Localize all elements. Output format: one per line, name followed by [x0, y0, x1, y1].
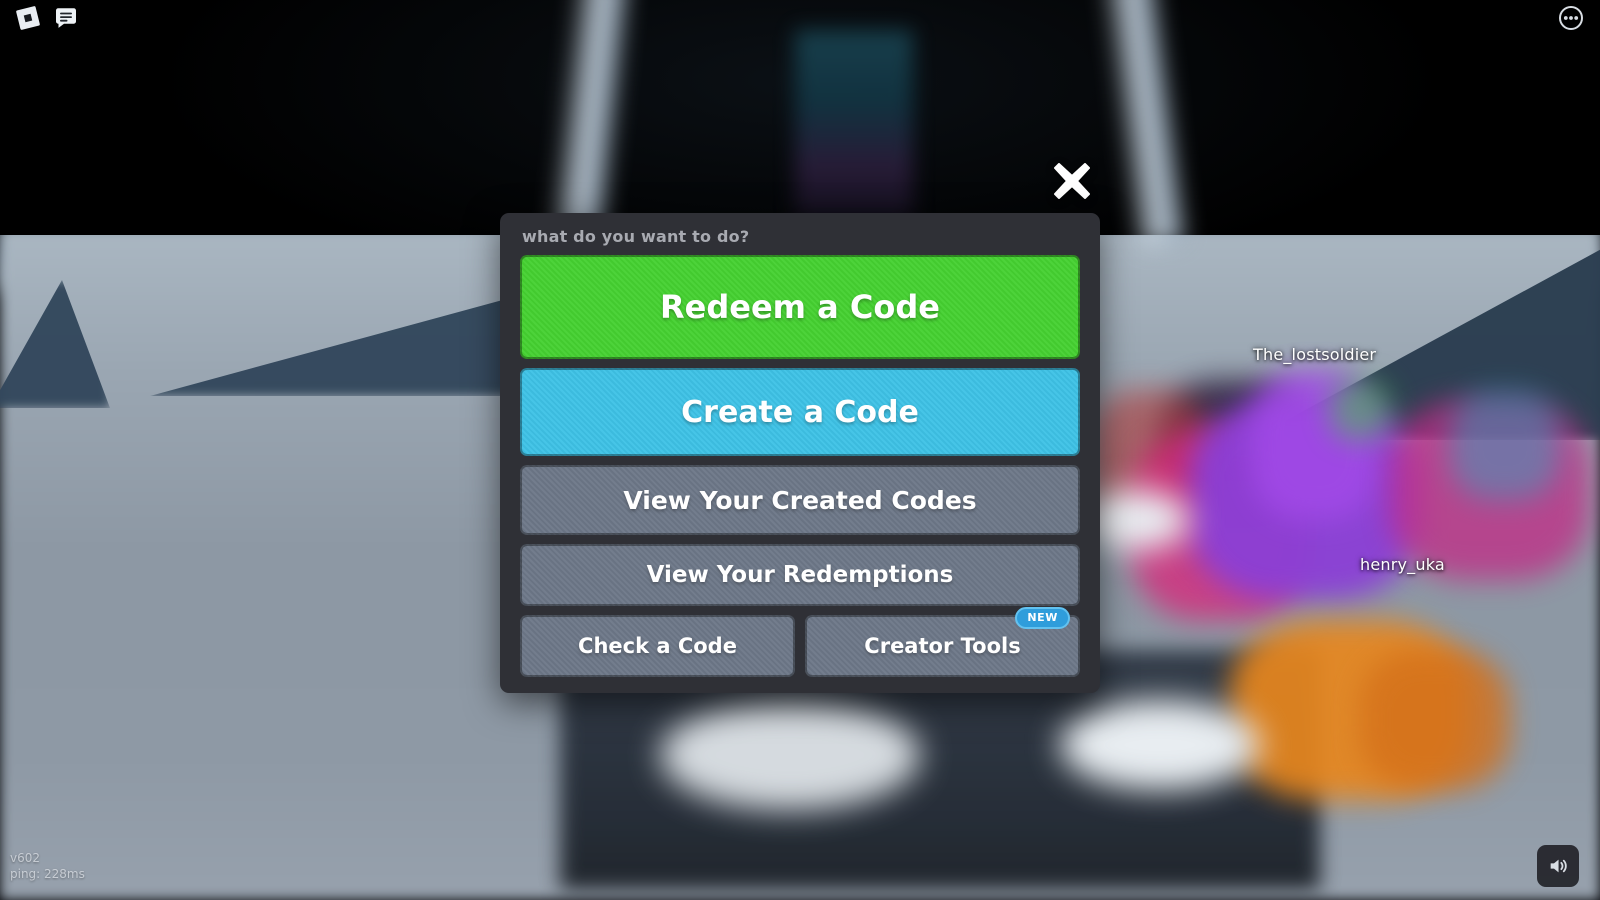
button-label: Check a Code — [578, 634, 737, 658]
view-your-redemptions-button[interactable]: View Your Redemptions — [520, 544, 1080, 606]
scene-avatar-teal — [1450, 390, 1560, 500]
check-a-code-button[interactable]: Check a Code — [520, 615, 795, 677]
button-label: Create a Code — [681, 394, 919, 430]
scene-avatar-orange-2 — [1360, 650, 1510, 790]
chat-icon[interactable] — [52, 4, 80, 32]
more-options-icon[interactable] — [1558, 5, 1584, 31]
codes-menu-dialog: what do you want to do? Redeem a Code Cr… — [500, 213, 1100, 693]
dialog-bottom-row: Check a Code Creator Tools NEW — [520, 607, 1080, 677]
version-label: v602 — [10, 851, 41, 865]
game-screen: The_lostsoldier henry_uka v602 ping: 228… — [0, 0, 1600, 900]
button-label: Creator Tools — [864, 634, 1021, 658]
redeem-a-code-button[interactable]: Redeem a Code — [520, 255, 1080, 359]
button-label: View Your Redemptions — [646, 562, 954, 588]
button-label: Redeem a Code — [660, 288, 940, 326]
roblox-logo-icon[interactable] — [14, 4, 42, 32]
close-x-icon[interactable] — [1048, 157, 1096, 205]
button-label: View Your Created Codes — [623, 485, 977, 515]
volume-on-icon[interactable] — [1537, 845, 1579, 887]
view-your-created-codes-button[interactable]: View Your Created Codes — [520, 465, 1080, 535]
scene-avatar-green — [1330, 380, 1390, 440]
diagnostics-overlay: v602 ping: 228ms — [10, 850, 85, 882]
ping-label: ping: 228ms — [10, 867, 85, 881]
new-badge: NEW — [1015, 607, 1070, 629]
dialog-title: what do you want to do? — [522, 227, 750, 246]
creator-tools-button[interactable]: Creator Tools NEW — [805, 607, 1080, 677]
scene-highlight-2 — [1060, 700, 1260, 790]
player-nametag: The_lostsoldier — [1253, 345, 1377, 364]
player-nametag: henry_uka — [1360, 555, 1445, 574]
create-a-code-button[interactable]: Create a Code — [520, 368, 1080, 456]
scene-highlight-3 — [660, 700, 920, 810]
scene-arch-glow — [795, 30, 913, 220]
